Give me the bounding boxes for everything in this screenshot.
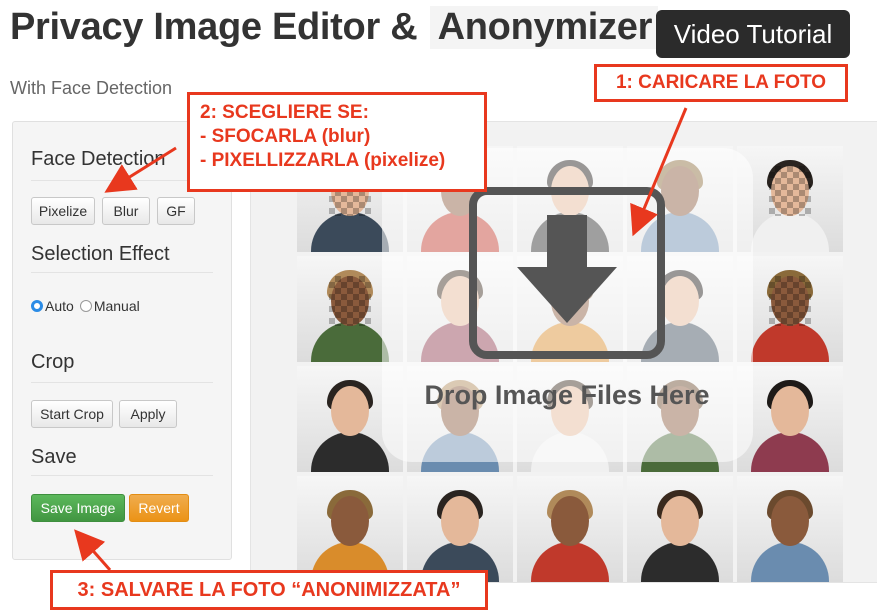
auto-radio[interactable]	[31, 300, 43, 312]
sample-portrait	[627, 476, 733, 582]
page-title-part1: Privacy Image Editor &	[10, 6, 418, 48]
drop-instructions: Drop Image Files Here	[424, 380, 710, 410]
annotation-step-2-line2: - PIXELLIZZARLA (pixelize)	[200, 150, 446, 171]
face-detection-heading: Face Detection	[31, 148, 166, 170]
revert-button[interactable]: Revert	[129, 494, 189, 522]
pixelize-button[interactable]: Pixelize	[31, 197, 95, 225]
annotation-step-2-title: 2: SCEGLIERE SE:	[200, 102, 369, 123]
sample-portrait	[737, 476, 843, 582]
gf-button[interactable]: GF	[157, 197, 195, 225]
save-heading: Save	[31, 446, 77, 468]
video-tutorial-button[interactable]: Video Tutorial	[656, 10, 850, 58]
sample-portrait	[297, 476, 403, 582]
save-image-button[interactable]: Save Image	[31, 494, 125, 522]
selection-effect-heading: Selection Effect	[31, 243, 170, 265]
manual-radio[interactable]	[79, 300, 92, 312]
section-divider	[31, 475, 213, 476]
apply-crop-button[interactable]: Apply	[119, 400, 177, 428]
annotation-step-2-line1: - SFOCARLA (blur)	[200, 126, 371, 147]
section-divider	[31, 272, 213, 273]
sample-portrait	[517, 476, 623, 582]
page-title-part2: Anonymizer	[429, 6, 659, 49]
section-divider	[31, 382, 213, 383]
blur-button[interactable]: Blur	[102, 197, 150, 225]
annotation-step-1: 1: CARICARE LA FOTO	[594, 64, 848, 102]
selection-mode-group: Auto Manual	[31, 298, 146, 314]
annotation-step-3: 3: SALVARE LA FOTO “ANONIMIZZATA”	[50, 570, 488, 610]
page-subtitle: With Face Detection	[10, 78, 173, 98]
start-crop-button[interactable]: Start Crop	[31, 400, 113, 428]
download-arrow-icon	[469, 187, 665, 359]
annotation-step-2: 2: SCEGLIERE SE: - SFOCARLA (blur) - PIX…	[187, 92, 487, 192]
crop-heading: Crop	[31, 351, 75, 373]
section-divider	[31, 180, 213, 181]
sample-portrait	[407, 476, 513, 582]
manual-radio-label[interactable]: Manual	[94, 298, 140, 314]
auto-radio-label[interactable]: Auto	[45, 298, 74, 314]
page-title: Privacy Image Editor & Anonymizer	[10, 6, 659, 49]
